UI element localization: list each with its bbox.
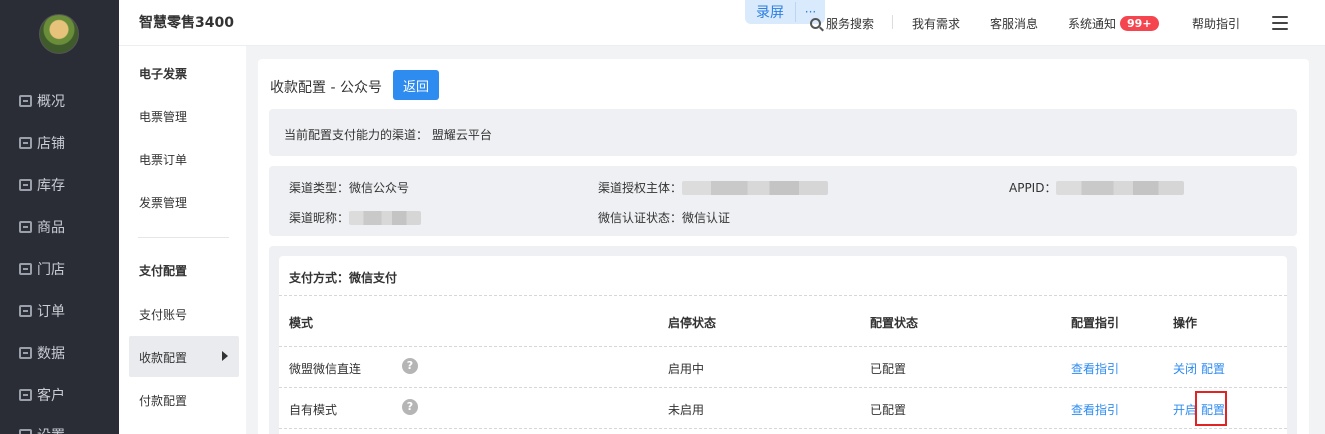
- cs-message-link[interactable]: 客服消息: [990, 14, 1038, 32]
- screen-record-button[interactable]: 录屏: [745, 2, 796, 22]
- sidebar-item-label: 概况: [37, 94, 65, 110]
- row2-open-link[interactable]: 开启: [1173, 401, 1197, 418]
- sidebar-item-inventory[interactable]: 库存: [19, 175, 65, 195]
- question-mark-icon[interactable]: ?: [402, 399, 418, 415]
- channel-notice-text: 当前配置支付能力的渠道： 盟耀云平台: [284, 128, 492, 142]
- sidebar-item-order[interactable]: 订单: [19, 301, 65, 321]
- sidebar-item-label: 库存: [37, 178, 65, 194]
- my-needs-link[interactable]: 我有需求: [912, 14, 960, 32]
- sidebar-item-data[interactable]: 数据: [19, 343, 65, 363]
- sidebar-item-label: 数据: [37, 346, 65, 362]
- channel-notice: 当前配置支付能力的渠道： 盟耀云平台: [269, 109, 1297, 156]
- channel-nickname-label: 渠道昵称：: [289, 211, 350, 225]
- channel-info-panel: 渠道类型：微信公众号 渠道授权主体： APPID： 渠道昵称： 微信认证状态：微…: [269, 166, 1297, 236]
- store-icon: [19, 137, 32, 149]
- avatar[interactable]: [39, 14, 79, 54]
- channel-auth-field: 渠道授权主体：: [598, 179, 829, 196]
- main-sidebar: 概况 店铺 库存 商品 门店 订单 数据 客户 设置: [0, 0, 119, 434]
- column-header-status: 启停状态: [668, 316, 717, 330]
- sidebar-item-label: 商品: [37, 220, 65, 236]
- column-header-guide: 配置指引: [1071, 316, 1120, 330]
- submenu-item-e-invoice-manage[interactable]: 电票管理: [139, 108, 187, 125]
- row1-config-status: 已配置: [870, 362, 907, 376]
- sidebar-item-overview[interactable]: 概况: [19, 91, 65, 111]
- app-title: 智慧零售3400: [139, 15, 234, 31]
- goods-icon: [19, 221, 32, 233]
- wechat-verify-field: 微信认证状态：微信认证: [598, 211, 731, 225]
- row1-view-guide-link[interactable]: 查看指引: [1071, 360, 1119, 377]
- dashed-divider: [279, 346, 1287, 347]
- submenu-item-pay-account[interactable]: 支付账号: [139, 306, 187, 323]
- settings-icon: [19, 429, 32, 434]
- appid-label: APPID：: [1009, 181, 1057, 195]
- order-icon: [19, 305, 32, 317]
- dashed-divider: [279, 428, 1287, 429]
- redacted-value: [1056, 180, 1185, 195]
- submenu-item-invoice-manage[interactable]: 发票管理: [139, 194, 187, 211]
- dashed-divider: [279, 295, 1287, 296]
- channel-auth-label: 渠道授权主体：: [598, 181, 683, 195]
- sidebar-item-label: 客户: [37, 388, 65, 404]
- hamburger-menu-icon[interactable]: [1272, 16, 1288, 30]
- submenu-item-e-invoice-order[interactable]: 电票订单: [139, 151, 187, 168]
- sidebar-item-shop[interactable]: 门店: [19, 259, 65, 279]
- channel-type-field: 渠道类型：微信公众号: [289, 181, 410, 195]
- row1-close-link[interactable]: 关闭: [1173, 360, 1197, 377]
- column-header-mode: 模式: [289, 316, 314, 330]
- header-divider: [892, 15, 893, 29]
- main-content-card: 收款配置 - 公众号 返回 当前配置支付能力的渠道： 盟耀云平台 渠道类型：微信…: [258, 59, 1309, 434]
- row1-mode: 微盟微信直连: [289, 362, 362, 376]
- service-search-link[interactable]: 服务搜索: [810, 14, 874, 32]
- sidebar-item-label: 店铺: [37, 136, 65, 152]
- row1-config-link[interactable]: 配置: [1201, 360, 1225, 377]
- sidebar-item-goods[interactable]: 商品: [19, 217, 65, 237]
- payment-method-section: 支付方式：微信支付 模式 启停状态 配置状态 配置指引 操作 微盟微信直连 ? …: [269, 246, 1297, 434]
- search-icon: [810, 17, 821, 29]
- question-mark-icon[interactable]: ?: [402, 358, 418, 374]
- payment-method-title: 支付方式：微信支付: [289, 271, 398, 285]
- customer-icon: [19, 389, 32, 401]
- help-guide-link[interactable]: 帮助指引: [1192, 14, 1240, 32]
- payment-table-card: 支付方式：微信支付 模式 启停状态 配置状态 配置指引 操作 微盟微信直连 ? …: [279, 256, 1287, 434]
- row2-mode: 自有模式: [289, 403, 338, 417]
- inventory-icon: [19, 179, 32, 191]
- row2-status: 未启用: [668, 403, 705, 417]
- sidebar-item-label: 订单: [37, 304, 65, 320]
- submenu-item-label: 收款配置: [139, 351, 188, 365]
- back-button[interactable]: 返回: [393, 70, 439, 100]
- service-search-label: 服务搜索: [826, 16, 875, 31]
- submenu-section-pay-config: 支付配置: [139, 264, 188, 278]
- submenu-item-pay-out-config[interactable]: 付款配置: [139, 392, 187, 409]
- redacted-value: [349, 210, 422, 225]
- submenu-section-e-invoice: 电子发票: [139, 67, 188, 81]
- sidebar-item-settings[interactable]: 设置: [19, 425, 65, 434]
- data-icon: [19, 347, 32, 359]
- row2-config-status: 已配置: [870, 403, 907, 417]
- system-notice-link[interactable]: 系统通知 99+: [1068, 14, 1159, 32]
- page-title: 收款配置 - 公众号: [270, 80, 382, 96]
- row2-view-guide-link[interactable]: 查看指引: [1071, 401, 1119, 418]
- appid-field: APPID：: [1009, 179, 1185, 196]
- shop-icon: [19, 263, 32, 275]
- row1-status: 启用中: [668, 362, 705, 376]
- sidebar-item-customer[interactable]: 客户: [19, 385, 65, 405]
- channel-nickname-field: 渠道昵称：: [289, 209, 422, 226]
- column-header-action: 操作: [1173, 316, 1198, 330]
- sidebar-item-label: 门店: [37, 262, 65, 278]
- caret-right-icon: [222, 351, 228, 361]
- column-header-config: 配置状态: [870, 316, 919, 330]
- redacted-value: [682, 180, 829, 195]
- notice-count-badge: 99+: [1120, 15, 1159, 31]
- sidebar-item-label: 设置: [37, 425, 65, 434]
- highlight-box: [1195, 391, 1227, 426]
- secondary-menu: 电子发票 电票管理 电票订单 发票管理 支付配置 支付账号 收款配置 付款配置: [119, 46, 246, 434]
- overview-icon: [19, 95, 32, 107]
- sidebar-item-store[interactable]: 店铺: [19, 133, 65, 153]
- system-notice-label: 系统通知: [1068, 16, 1117, 31]
- dashed-divider: [279, 387, 1287, 388]
- submenu-divider: [138, 237, 229, 238]
- submenu-item-collect-config[interactable]: 收款配置: [129, 336, 239, 377]
